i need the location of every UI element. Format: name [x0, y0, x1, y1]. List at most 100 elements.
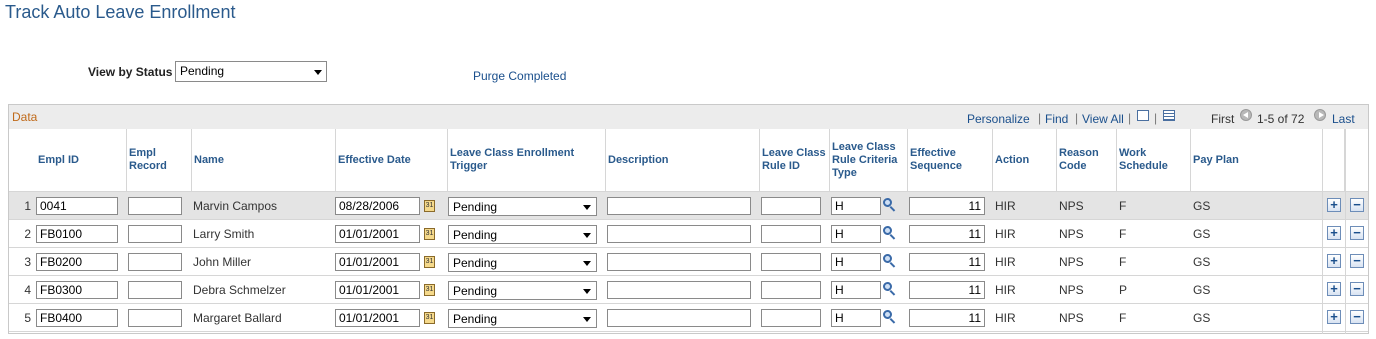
- pay-plan-value: GS: [1193, 198, 1211, 213]
- row-number: 4: [24, 282, 31, 297]
- empl-record-input[interactable]: [128, 225, 182, 243]
- effective-date-input[interactable]: 08/28/2006: [335, 197, 420, 215]
- col-pay-plan[interactable]: Pay Plan: [1191, 129, 1323, 191]
- col-effective-date[interactable]: Effective Date: [336, 129, 448, 191]
- criteria-type-input[interactable]: H: [831, 309, 881, 327]
- add-row-button[interactable]: +: [1327, 226, 1341, 240]
- effective-sequence-input[interactable]: 11: [909, 225, 985, 243]
- delete-row-button[interactable]: −: [1350, 226, 1364, 240]
- row-number: 5: [24, 310, 31, 325]
- add-row-button[interactable]: +: [1327, 254, 1341, 268]
- rule-id-input[interactable]: [761, 225, 821, 243]
- col-criteria-type[interactable]: Leave Class Rule Criteria Type: [830, 129, 908, 191]
- description-input[interactable]: [607, 309, 751, 327]
- lookup-icon[interactable]: [883, 282, 897, 296]
- next-icon[interactable]: [1314, 109, 1326, 121]
- delete-row-button[interactable]: −: [1350, 198, 1364, 212]
- new-window-icon[interactable]: [1137, 110, 1149, 121]
- add-row-button[interactable]: +: [1327, 282, 1341, 296]
- chevron-down-icon: [314, 69, 322, 75]
- reason-code-value: NPS: [1059, 226, 1084, 241]
- lookup-icon[interactable]: [883, 310, 897, 324]
- empl-id-input[interactable]: 0041: [36, 197, 118, 215]
- col-rule-id[interactable]: Leave Class Rule ID: [760, 129, 830, 191]
- last-link[interactable]: Last: [1332, 112, 1355, 126]
- pay-plan-value: GS: [1193, 254, 1211, 269]
- col-name[interactable]: Name: [192, 129, 336, 191]
- lookup-icon[interactable]: [883, 198, 897, 212]
- empl-id-input[interactable]: FB0100: [36, 225, 118, 243]
- download-spreadsheet-icon[interactable]: [1163, 110, 1175, 121]
- find-link[interactable]: Find: [1045, 112, 1068, 126]
- effective-sequence-input[interactable]: 11: [909, 309, 985, 327]
- empl-id-input[interactable]: FB0200: [36, 253, 118, 271]
- trigger-select[interactable]: Pending: [448, 309, 597, 328]
- delete-row-button[interactable]: −: [1350, 254, 1364, 268]
- trigger-value: Pending: [453, 256, 498, 270]
- effective-sequence-input[interactable]: 11: [909, 281, 985, 299]
- lookup-icon[interactable]: [883, 254, 897, 268]
- chevron-down-icon: [583, 317, 591, 322]
- calendar-icon[interactable]: 31: [424, 284, 435, 296]
- reason-code-value: NPS: [1059, 310, 1084, 325]
- trigger-select[interactable]: Pending: [448, 225, 597, 244]
- empl-id-input[interactable]: FB0300: [36, 281, 118, 299]
- calendar-icon[interactable]: 31: [424, 256, 435, 268]
- effective-date-input[interactable]: 01/01/2001: [335, 309, 420, 327]
- purge-completed-link[interactable]: Purge Completed: [473, 69, 566, 83]
- trigger-select[interactable]: Pending: [448, 197, 597, 216]
- reason-code-value: NPS: [1059, 198, 1084, 213]
- criteria-type-input[interactable]: H: [831, 225, 881, 243]
- separator: |: [1038, 111, 1042, 125]
- description-input[interactable]: [607, 197, 751, 215]
- view-by-status-select[interactable]: Pending: [175, 61, 327, 82]
- col-reason-code[interactable]: Reason Code: [1057, 129, 1117, 191]
- col-action[interactable]: Action: [993, 129, 1057, 191]
- rule-id-input[interactable]: [761, 309, 821, 327]
- effective-sequence-input[interactable]: 11: [909, 197, 985, 215]
- calendar-icon[interactable]: 31: [424, 312, 435, 324]
- empl-record-input[interactable]: [128, 253, 182, 271]
- rule-id-input[interactable]: [761, 253, 821, 271]
- delete-row-button[interactable]: −: [1350, 282, 1364, 296]
- empl-record-input[interactable]: [128, 309, 182, 327]
- effective-date-input[interactable]: 01/01/2001: [335, 281, 420, 299]
- calendar-icon[interactable]: 31: [424, 228, 435, 240]
- col-empl-id[interactable]: Empl ID: [35, 129, 127, 191]
- trigger-value: Pending: [453, 200, 498, 214]
- add-row-button[interactable]: +: [1327, 198, 1341, 212]
- effective-date-input[interactable]: 01/01/2001: [335, 225, 420, 243]
- rule-id-input[interactable]: [761, 197, 821, 215]
- rule-id-input[interactable]: [761, 281, 821, 299]
- previous-icon[interactable]: [1240, 109, 1252, 121]
- description-input[interactable]: [607, 253, 751, 271]
- effective-date-input[interactable]: 01/01/2001: [335, 253, 420, 271]
- description-input[interactable]: [607, 281, 751, 299]
- view-all-link[interactable]: View All: [1082, 112, 1124, 126]
- col-empl-record[interactable]: Empl Record: [127, 129, 192, 191]
- view-by-status-label: View by Status: [88, 65, 173, 79]
- criteria-type-input[interactable]: H: [831, 197, 881, 215]
- empl-id-input[interactable]: FB0400: [36, 309, 118, 327]
- col-effective-sequence[interactable]: Effective Sequence: [908, 129, 993, 191]
- col-trigger[interactable]: Leave Class Enrollment Trigger: [448, 129, 606, 191]
- effective-sequence-input[interactable]: 11: [909, 253, 985, 271]
- separator: |: [1075, 111, 1079, 125]
- col-description[interactable]: Description: [606, 129, 760, 191]
- action-value: HIR: [995, 282, 1016, 297]
- criteria-type-input[interactable]: H: [831, 253, 881, 271]
- empl-record-input[interactable]: [128, 197, 182, 215]
- trigger-select[interactable]: Pending: [448, 281, 597, 300]
- personalize-link[interactable]: Personalize: [967, 112, 1030, 126]
- action-value: HIR: [995, 254, 1016, 269]
- criteria-type-input[interactable]: H: [831, 281, 881, 299]
- lookup-icon[interactable]: [883, 226, 897, 240]
- chevron-down-icon: [583, 233, 591, 238]
- add-row-button[interactable]: +: [1327, 310, 1341, 324]
- trigger-select[interactable]: Pending: [448, 253, 597, 272]
- col-work-schedule[interactable]: Work Schedule: [1117, 129, 1191, 191]
- empl-record-input[interactable]: [128, 281, 182, 299]
- description-input[interactable]: [607, 225, 751, 243]
- calendar-icon[interactable]: 31: [424, 200, 435, 212]
- delete-row-button[interactable]: −: [1350, 310, 1364, 324]
